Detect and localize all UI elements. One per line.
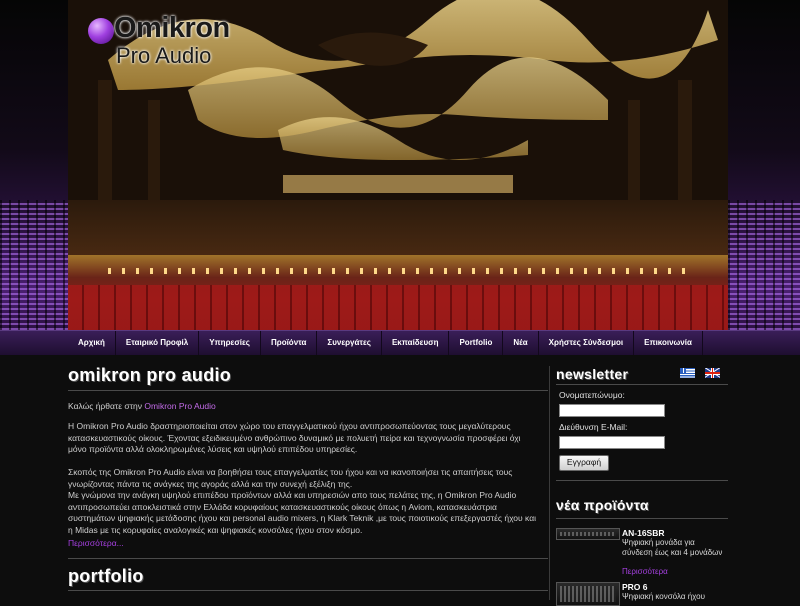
nav-partners[interactable]: Συνεργάτες [317,331,382,355]
portfolio-heading: portfolio [68,566,144,586]
welcome-prefix: Καλώς ήρθατε στην [68,401,145,411]
mission-paragraph: Σκοπός της Omikron Pro Audio είναι να βο… [68,467,513,489]
nav-services[interactable]: Υπηρεσίες [199,331,261,355]
nav-portfolio[interactable]: Portfolio [449,331,504,355]
right-equalizer-decoration [728,0,800,330]
newsletter-divider [556,384,728,385]
product-thumbnail-an16sbr[interactable] [556,528,620,540]
welcome-text: Καλώς ήρθατε στην Omikron Pro Audio [68,401,216,411]
products-divider [556,518,728,519]
logo-orb-icon [88,18,114,44]
welcome-highlight: Omikron Pro Audio [144,401,216,411]
nav-useful-links[interactable]: Χρήστες Σύνδεσμοι [539,331,635,355]
product-desc-pro6: Ψηφιακή κονσόλα ήχου [622,592,705,601]
name-input[interactable] [559,404,665,417]
new-products-heading: νέα προϊόντα [556,497,649,513]
portfolio-divider [68,590,548,591]
nav-news[interactable]: Νέα [503,331,539,355]
left-equalizer-decoration [0,0,68,330]
nav-products[interactable]: Προϊόντα [261,331,318,355]
omikron-logo[interactable]: Omikron Pro Audio [86,12,242,68]
nav-contact[interactable]: Επικοινωνία [634,331,703,355]
portfolio-top-divider [68,558,548,559]
uk-flag-icon[interactable] [705,368,720,378]
product-thumbnail-pro6[interactable] [556,582,620,606]
sidebar: newsletter Ονοματεπώνυμο: Διεύθυνση E-Ma… [556,354,728,606]
product-more-link[interactable]: Περισσότερα [622,567,668,576]
read-more-link[interactable]: Περισσότερα... [68,538,124,548]
product-title-an16sbr[interactable]: AN-16SBR [622,528,665,538]
heading-divider [68,390,548,391]
newsletter-heading: newsletter [556,366,629,382]
logo-brand-name: Omikron [114,12,230,44]
product-desc-an16sbr: Ψηφιακή μονάδα για σύνδεση έως και 4 μον… [622,538,723,557]
main-content: omikron pro audio Καλώς ήρθατε στην Omik… [68,354,548,600]
product-title-pro6[interactable]: PRO 6 [622,582,648,592]
intro-paragraph: Η Omikron Pro Audio δραστηριοποιείται στ… [68,421,521,454]
logo-brand-sub: Pro Audio [116,43,212,68]
products-top-divider [556,480,728,481]
greek-flag-icon[interactable] [680,368,695,378]
hero-concert-hall-image: Omikron Pro Audio [68,0,728,330]
email-input[interactable] [559,436,665,449]
nav-company-profile[interactable]: Εταιρικό Προφίλ [116,331,200,355]
main-navigation: Αρχική Εταιρικό Προφίλ Υπηρεσίες Προϊόντ… [0,330,800,355]
brands-paragraph: Με γνώμονα την ανάγκη υψηλού επιπέδου πρ… [68,490,536,535]
email-label: Διεύθυνση E-Mail: [559,422,628,432]
nav-education[interactable]: Εκπαίδευση [382,331,450,355]
column-divider [549,366,550,600]
subscribe-button[interactable]: Εγγραφή [559,455,609,471]
name-label: Ονοματεπώνυμο: [559,390,625,400]
nav-home[interactable]: Αρχική [68,331,116,355]
main-heading: omikron pro audio [68,365,232,385]
